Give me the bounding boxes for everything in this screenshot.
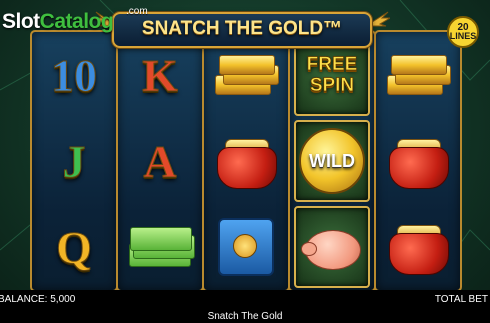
free-spin-label: FREE SPIN [306,54,358,97]
purse-icon [387,219,449,275]
reel-4-symbol-2: WILD [290,118,374,204]
reel-1: 10 J Q [30,30,118,292]
symbol-queen: Q [56,221,93,273]
reel-3-symbol-3 [204,204,288,290]
symbol-ace: A [143,135,177,187]
watermark-part1: Slot [2,10,40,33]
bottom-bar: BALANCE: 5,000 TOTAL BET Snatch The Gold [0,290,490,323]
game-title: SNATCH THE GOLD™ [141,18,343,39]
piggy-bank-symbol [294,206,370,288]
reel-4: FREE SPIN WILD [288,30,376,292]
wild-coin-icon: WILD [299,128,365,194]
reel-1-symbol-1: 10 [32,32,116,118]
reel-2-symbol-3 [118,204,202,290]
purse-icon [387,133,449,189]
purse-icon [215,133,277,189]
game-title-banner: SNATCH THE GOLD™ [112,12,372,48]
reel-5-symbol-1 [376,32,460,118]
watermark-part2: Catalog [39,10,114,33]
symbol-jack: J [62,135,86,187]
watermark-suffix: .com [126,6,148,17]
wild-symbol: WILD [294,120,370,202]
symbol-ten: 10 [51,49,98,101]
game-name-label: Snatch The Gold [207,311,283,322]
safe-icon [218,218,274,276]
lines-badge: 20 LINES [447,16,479,48]
reel-1-symbol-2: J [32,118,116,204]
balance-display: BALANCE: 5,000 [0,294,76,305]
piggy-bank-icon [301,222,363,272]
gold-bars-icon [213,53,279,97]
reel-3 [202,30,290,292]
watermark: SlotCatalog [2,10,114,34]
reel-4-symbol-3 [290,204,374,290]
lines-label: LINES [449,31,477,41]
reel-3-symbol-2 [204,118,288,204]
symbol-king: K [142,49,179,101]
gold-bars-icon [385,53,451,97]
wild-label: WILD [309,150,355,171]
reel-1-symbol-3: Q [32,204,116,290]
reel-5-symbol-3 [376,204,460,290]
reel-5 [374,30,462,292]
reel-2-symbol-2: A [118,118,202,204]
reel-5-symbol-2 [376,118,460,204]
reel-2: K A [116,30,204,292]
total-bet-display: TOTAL BET [434,294,488,305]
cash-stack-icon [127,225,195,269]
